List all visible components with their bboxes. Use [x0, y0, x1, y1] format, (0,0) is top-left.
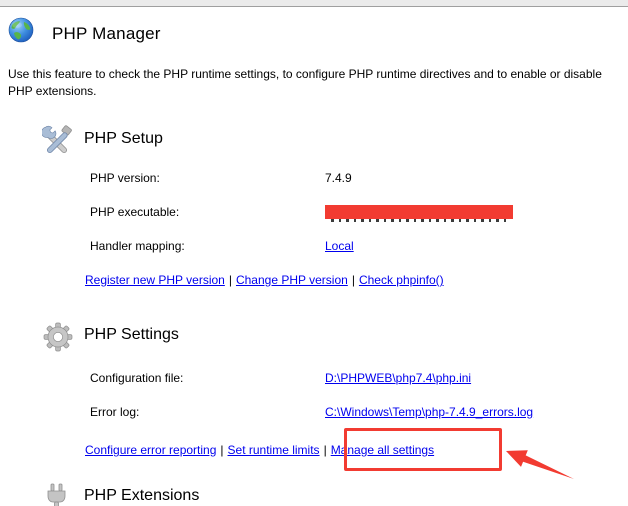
link-separator: | [320, 443, 331, 457]
register-new-php-version-link[interactable]: Register new PHP version [85, 273, 225, 287]
setup-links-row: Register new PHP version|Change PHP vers… [85, 271, 444, 289]
handler-mapping-local-link[interactable]: Local [325, 239, 354, 253]
globe-icon [8, 17, 34, 43]
tools-icon [42, 125, 74, 159]
feature-description-line1: Use this feature to check the PHP runtim… [8, 66, 602, 83]
link-separator: | [348, 273, 359, 287]
configuration-file-link[interactable]: D:\PHPWEB\php7.4\php.ini [325, 371, 471, 385]
page-title: PHP Manager [52, 24, 161, 44]
section-title-php-extensions: PHP Extensions [84, 487, 199, 505]
redaction-bar [325, 205, 513, 219]
change-php-version-link[interactable]: Change PHP version [236, 273, 348, 287]
feature-description-line2: PHP extensions. [8, 83, 97, 100]
plug-icon [42, 483, 72, 506]
set-runtime-limits-link[interactable]: Set runtime limits [228, 443, 320, 457]
annotation-highlight-box [344, 428, 502, 471]
error-log-label: Error log: [90, 405, 139, 419]
configure-error-reporting-link[interactable]: Configure error reporting [85, 443, 216, 457]
redacted-text-fragment [331, 219, 507, 222]
php-version-label: PHP version: [90, 171, 160, 185]
link-separator: | [216, 443, 227, 457]
annotation-arrow-icon [498, 436, 588, 492]
configuration-file-label: Configuration file: [90, 371, 183, 385]
section-title-php-settings: PHP Settings [84, 326, 179, 344]
gear-icon [42, 320, 74, 354]
php-version-value: 7.4.9 [325, 171, 352, 185]
php-manager-feature-page: PHP Manager Use this feature to check th… [0, 0, 628, 506]
handler-mapping-label: Handler mapping: [90, 239, 185, 253]
error-log-link[interactable]: C:\Windows\Temp\php-7.4.9_errors.log [325, 405, 533, 419]
top-divider [0, 0, 628, 7]
php-executable-label: PHP executable: [90, 205, 179, 219]
section-title-php-setup: PHP Setup [84, 130, 163, 148]
check-phpinfo-link[interactable]: Check phpinfo() [359, 273, 444, 287]
link-separator: | [225, 273, 236, 287]
